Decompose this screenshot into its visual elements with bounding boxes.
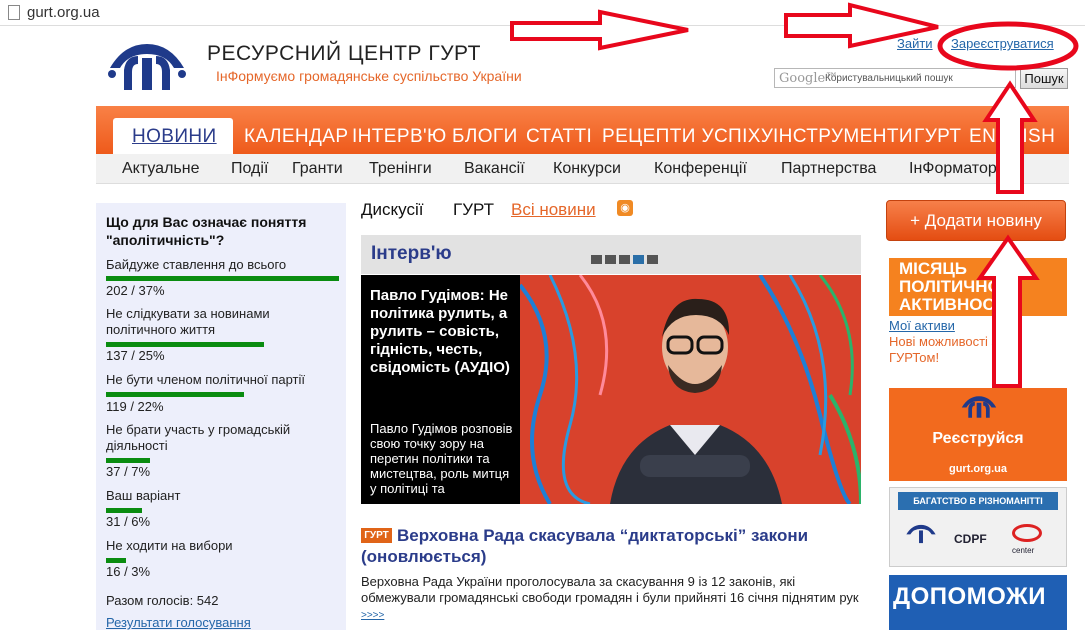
- poll-result: 202 / 37%: [106, 283, 165, 298]
- subnav-trainings[interactable]: Тренінги: [369, 160, 432, 178]
- ngo-center-logo-icon: [1012, 524, 1042, 542]
- poll-result: 37 / 7%: [106, 464, 151, 479]
- site-subtitle: ІнФормуємо громадянське суспільство Укра…: [216, 68, 522, 84]
- feature-photo[interactable]: [520, 275, 861, 504]
- poll-total: Разом голосів: 542: [106, 593, 219, 608]
- poll-option: Не брати участь у громадській діяльності: [106, 422, 291, 453]
- poll-result: 137 / 25%: [106, 348, 165, 363]
- register-banner[interactable]: Реєструйся gurt.org.ua: [889, 388, 1067, 481]
- poll-result: 31 / 6%: [106, 514, 151, 529]
- poll-option: Не слідкувати за новинами політичного жи…: [106, 306, 270, 337]
- login-link[interactable]: Зайти: [897, 36, 933, 51]
- main-nav: НОВИНИ КАЛЕНДАР ІНТЕРВ'Ю БЛОГИ СТАТТІ РЕ…: [96, 106, 1069, 154]
- political-activity-text: МІСЯЦЬ ПОЛІТИЧНОЇ АКТИВНОСТІ: [899, 259, 1010, 314]
- news-summary: Верховна Рада України проголосувала за с…: [361, 574, 861, 624]
- nav-news[interactable]: НОВИНИ: [132, 126, 217, 148]
- nav-articles[interactable]: СТАТТІ: [526, 126, 592, 148]
- slider-dot[interactable]: [619, 255, 630, 264]
- feature-lead: Павло Гудімов розповів свою точку зору н…: [370, 421, 513, 496]
- feature-headline[interactable]: Павло Гудімов: Не політика рулить, а рул…: [370, 287, 518, 377]
- gurt-logo-small-icon: [961, 396, 997, 418]
- poll-bar: [106, 508, 142, 513]
- subnav-actual[interactable]: Актуальне: [122, 160, 199, 178]
- nav-success-recipes[interactable]: РЕЦЕПТИ УСПІХУ: [602, 126, 773, 148]
- subnav-partnerships[interactable]: Партнерства: [781, 160, 876, 178]
- nav-calendar[interactable]: КАЛЕНДАР: [244, 126, 348, 148]
- slider-dot[interactable]: [647, 255, 658, 264]
- poll-bar: [106, 558, 126, 563]
- help-banner-text: ДОПОМОЖИ: [893, 583, 1046, 610]
- register-link[interactable]: Зареєструватися: [951, 36, 1054, 51]
- tab-all-news[interactable]: Всі новини: [511, 200, 596, 220]
- interview-title[interactable]: Інтерв'ю: [371, 243, 452, 265]
- url-text[interactable]: gurt.org.ua: [27, 4, 100, 21]
- ngo-center-label: center: [1012, 546, 1035, 555]
- address-bar[interactable]: gurt.org.ua: [0, 0, 1085, 26]
- tab-discussions[interactable]: Дискусії: [361, 200, 423, 220]
- featured-interview[interactable]: Павло Гудімов: Не політика рулить, а рул…: [361, 275, 861, 504]
- tab-gurt[interactable]: ГУРТ: [453, 200, 494, 220]
- poll-option: Не бути членом політичної партії: [106, 372, 306, 387]
- subnav-events[interactable]: Події: [231, 160, 268, 178]
- cdpf-logo: CDPF: [954, 532, 987, 546]
- help-banner[interactable]: ДОПОМОЖИ: [889, 575, 1067, 630]
- page-icon: [8, 5, 20, 20]
- news-badge: ГУРТ: [361, 528, 392, 543]
- read-more-link[interactable]: >>>>: [361, 610, 384, 621]
- nav-gurt[interactable]: ГУРТ: [914, 126, 961, 148]
- site-title[interactable]: РЕСУРСНИЙ ЦЕНТР ГУРТ: [207, 42, 481, 66]
- rss-icon[interactable]: ◉: [617, 200, 633, 216]
- nav-english[interactable]: ENGLISH: [969, 126, 1055, 148]
- search-placeholder: Користувальницький пошук: [825, 73, 953, 84]
- subnav-grants[interactable]: Гранти: [292, 160, 343, 178]
- gurt-logo[interactable]: [104, 38, 190, 96]
- search-button[interactable]: Пошук: [1020, 68, 1068, 89]
- add-news-button[interactable]: + Додати новину: [886, 200, 1066, 241]
- slider-pager: [591, 251, 661, 269]
- slider-dot[interactable]: [605, 255, 616, 264]
- feature-text-panel: Павло Гудімов: Не політика рулить, а рул…: [361, 275, 520, 504]
- slider-dot-active[interactable]: [633, 255, 644, 264]
- poll-option: Не ходити на вибори: [106, 538, 233, 553]
- poll-bar: [106, 276, 339, 281]
- poll-panel: Що для Вас означає поняття "аполітичніст…: [96, 203, 346, 630]
- new-opportunities-text[interactable]: Нові можливості з ГУРТом!: [889, 334, 999, 366]
- interview-header: Інтерв'ю: [361, 235, 861, 274]
- nav-tools[interactable]: ІНСТРУМЕНТИ: [773, 126, 913, 148]
- poll-bar: [106, 342, 264, 347]
- nav-blogs[interactable]: БЛОГИ: [452, 126, 518, 148]
- subnav-vacancies[interactable]: Вакансії: [464, 160, 525, 178]
- slider-dot[interactable]: [591, 255, 602, 264]
- political-activity-banner[interactable]: МІСЯЦЬ ПОЛІТИЧНОЇ АКТИВНОСТІ: [889, 258, 1067, 316]
- diversity-title: БАГАТСТВО В РІЗНОМАНІТТІ: [898, 492, 1058, 510]
- poll-result: 119 / 22%: [106, 399, 164, 414]
- register-banner-url: gurt.org.ua: [948, 463, 1008, 475]
- search-input[interactable]: Google™ Користувальницький пошук: [774, 68, 1016, 88]
- gurt-logo-mini-icon: [906, 524, 936, 544]
- diversity-banner[interactable]: БАГАТСТВО В РІЗНОМАНІТТІ CDPF center: [889, 487, 1067, 567]
- nav-interview[interactable]: ІНТЕРВ'Ю: [352, 126, 447, 148]
- poll-bar: [106, 458, 150, 463]
- news-summary-text: Верховна Рада України проголосувала за с…: [361, 574, 859, 605]
- subnav-contests[interactable]: Конкурси: [553, 160, 621, 178]
- poll-result: 16 / 3%: [106, 564, 151, 579]
- register-banner-text: Реєструйся: [932, 430, 1024, 447]
- subnav-conferences[interactable]: Конференції: [654, 160, 747, 178]
- subnav-informator[interactable]: ІнФорматор: [909, 160, 997, 178]
- sub-nav: Актуальне Події Гранти Тренінги Вакансії…: [96, 154, 1069, 184]
- poll-bar: [106, 392, 244, 397]
- poll-question: Що для Вас означає поняття "аполітичніст…: [106, 214, 307, 248]
- my-assets-link[interactable]: Мої активи: [889, 318, 955, 333]
- poll-results-link[interactable]: Результати голосування: [106, 615, 251, 630]
- poll-option: Байдуже ставлення до всього: [106, 257, 287, 272]
- poll-option: Ваш варіант: [106, 488, 181, 503]
- news-headline[interactable]: Верховна Рада скасувала “диктаторські” з…: [361, 525, 861, 567]
